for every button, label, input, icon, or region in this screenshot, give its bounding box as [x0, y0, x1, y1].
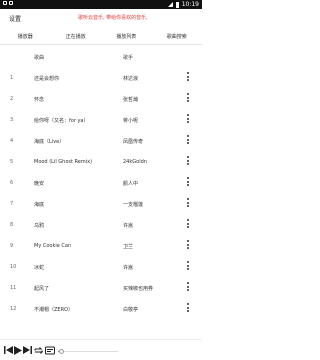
song-row[interactable]: 1 还是会想你 林达浪	[0, 70, 202, 91]
song-artist: 24kGoldn	[123, 159, 147, 165]
settings-button[interactable]: 设置	[9, 14, 21, 23]
divider	[0, 44, 202, 45]
tab-song-search[interactable]: 歌曲搜索	[152, 31, 203, 43]
song-title: 给你呀（又名：for ya）	[34, 118, 89, 124]
previous-icon[interactable]	[4, 346, 13, 354]
tab-bar: 播放器 正在播放 播放列表 歌曲搜索	[0, 31, 202, 43]
battery-icon	[175, 1, 179, 8]
song-title: Mood (Lil Ghost Remix)	[34, 159, 93, 165]
song-row[interactable]: 5 Mood (Lil Ghost Remix) 24kGoldn	[0, 154, 202, 175]
song-row[interactable]: 6 晚安 颜人中	[0, 175, 202, 196]
marquee-banner: 歌听云音乐, 带给你喜欢的音乐,	[78, 15, 148, 21]
song-artist: 许嵩	[123, 223, 134, 229]
song-artist: 许嵩	[123, 265, 134, 271]
song-artist: 颜人中	[123, 181, 139, 187]
progress-bar[interactable]	[58, 349, 118, 354]
song-title: 起风了	[34, 286, 50, 292]
song-number: 12	[10, 306, 17, 312]
notification-icon	[9, 1, 13, 5]
more-options-icon[interactable]	[186, 219, 190, 230]
song-row[interactable]: 11 起风了 买辣椒也用券	[0, 280, 202, 301]
signal-icon	[167, 2, 173, 7]
more-options-icon[interactable]	[186, 282, 190, 293]
song-number: 6	[10, 180, 14, 186]
song-artist: 卫兰	[123, 244, 134, 250]
song-artist: 张哲瀚	[123, 97, 139, 103]
song-list: 1 还是会想你 林达浪 2 怀念 张哲瀚 3 给你呀（又名：for ya） 蒋小呢 4 海底（Liv…	[0, 70, 202, 322]
song-artist: 蒋小呢	[123, 118, 139, 124]
top-bar: 设置 歌听云音乐, 带给你喜欢的音乐,	[0, 9, 202, 29]
more-options-icon[interactable]	[186, 93, 190, 104]
tab-player[interactable]: 播放器	[0, 31, 51, 43]
song-number: 3	[10, 117, 14, 123]
song-number: 4	[10, 138, 14, 144]
tab-playlist[interactable]: 播放列表	[101, 31, 152, 43]
song-artist: 一支榴莲	[123, 202, 144, 208]
column-header-artist: 歌手	[123, 55, 134, 61]
song-title: My Cookie Can	[34, 243, 72, 249]
song-row[interactable]: 12 不潮帽（ZERO） 白敬亭	[0, 301, 202, 322]
song-artist: 白敬亭	[123, 307, 139, 313]
song-title: 晚安	[34, 181, 45, 187]
more-options-icon[interactable]	[186, 198, 190, 209]
progress-thumb[interactable]	[58, 349, 64, 354]
more-options-icon[interactable]	[186, 114, 190, 125]
song-number: 7	[10, 201, 14, 207]
song-row[interactable]: 4 海底（Live） 凤凰传奇	[0, 133, 202, 154]
song-number: 2	[10, 96, 14, 102]
next-icon[interactable]	[23, 346, 32, 354]
song-artist: 买辣椒也用券	[123, 286, 154, 292]
notification-icon	[3, 1, 7, 5]
song-number: 11	[10, 285, 17, 291]
song-title: 还是会想你	[34, 76, 60, 82]
more-options-icon[interactable]	[186, 240, 190, 251]
more-options-icon[interactable]	[186, 135, 190, 146]
song-artist: 凤凰传奇	[123, 139, 144, 145]
song-title: 不潮帽（ZERO）	[34, 307, 73, 313]
more-options-icon[interactable]	[186, 303, 190, 314]
song-number: 9	[10, 243, 14, 249]
song-row[interactable]: 7 海底 一支榴莲	[0, 196, 202, 217]
tab-now-playing[interactable]: 正在播放	[51, 31, 102, 43]
song-title: 怀念	[34, 97, 45, 103]
song-number: 1	[10, 75, 14, 81]
song-number: 8	[10, 222, 14, 228]
song-number: 5	[10, 159, 14, 165]
song-row[interactable]: 3 给你呀（又名：for ya） 蒋小呢	[0, 112, 202, 133]
song-artist: 林达浪	[123, 76, 139, 82]
system-icons: 10:19	[167, 0, 199, 9]
repeat-icon[interactable]	[34, 346, 43, 355]
more-options-icon[interactable]	[186, 261, 190, 272]
notification-icons	[3, 1, 13, 5]
song-title: 海底	[34, 202, 45, 208]
more-options-icon[interactable]	[186, 177, 190, 188]
song-row[interactable]: 2 怀念 张哲瀚	[0, 91, 202, 112]
song-number: 10	[10, 264, 17, 270]
song-title: 海底（Live）	[34, 139, 65, 145]
song-row[interactable]: 10 冰蛇 许嵩	[0, 259, 202, 280]
status-bar: 10:19	[0, 0, 202, 9]
song-title: 冰蛇	[34, 265, 45, 271]
song-row[interactable]: 8 乌鸦 许嵩	[0, 217, 202, 238]
column-header-song: 歌曲	[34, 55, 45, 61]
song-row[interactable]: 9 My Cookie Can 卫兰	[0, 238, 202, 259]
list-header: 歌曲 歌手	[0, 52, 202, 64]
lyrics-icon[interactable]	[45, 346, 55, 355]
clock: 10:19	[181, 1, 199, 8]
song-title: 乌鸦	[34, 223, 45, 229]
more-options-icon[interactable]	[186, 72, 190, 83]
play-icon[interactable]	[14, 346, 22, 355]
player-bar	[0, 339, 202, 360]
more-options-icon[interactable]	[186, 156, 190, 167]
